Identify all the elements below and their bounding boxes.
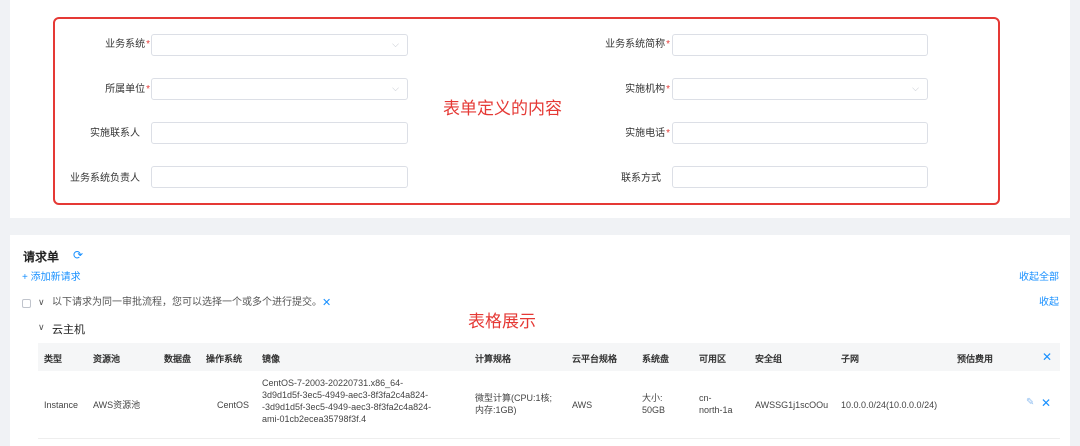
cell-image: CentOS-7-2003-20220731.x86_64- 3d9d1d5f-… xyxy=(262,378,432,424)
business-system-abbr-input[interactable] xyxy=(672,34,928,56)
business-system-label: 业务系统* xyxy=(105,39,150,50)
form-annotation: 表单定义的内容 xyxy=(443,99,562,118)
caret-down-icon[interactable]: ∨ xyxy=(38,322,45,333)
col-header: 数据盘 xyxy=(164,354,192,364)
cell-type: Instance xyxy=(44,400,79,410)
unit-select[interactable]: ⌵ xyxy=(151,78,408,100)
unit-label: 所属单位* xyxy=(105,84,150,95)
col-header: 子网 xyxy=(841,354,860,364)
close-icon[interactable]: ✕ xyxy=(322,296,331,309)
category-label: 云主机 xyxy=(52,324,85,336)
col-header: 镜像 xyxy=(262,354,281,364)
table-header: 类型 资源池 数据盘 操作系统 镜像 计算规格 云平台规格 系统盘 可用区 安全… xyxy=(38,343,1060,371)
cell-pool: AWS资源池 xyxy=(93,400,141,410)
cell-platform: AWS xyxy=(572,400,593,410)
group-checkbox[interactable] xyxy=(22,299,31,308)
refresh-icon[interactable]: ⟳ xyxy=(73,248,83,262)
chevron-down-icon: ⌵ xyxy=(912,83,919,93)
chevron-down-icon: ⌵ xyxy=(392,83,399,93)
request-title: 请求单 xyxy=(23,250,60,264)
col-header: 可用区 xyxy=(699,354,727,364)
group-note: 以下请求为同一审批流程，您可以选择一个或多个进行提交。 xyxy=(52,297,322,308)
owner-label: 业务系统负责人 xyxy=(70,173,140,184)
phone-label: 实施电话* xyxy=(625,128,670,139)
cell-sysdisk: 大小: 50GB xyxy=(642,393,666,415)
cell-sg: AWSSG1j1scOOu xyxy=(755,400,829,410)
close-icon[interactable]: ✕ xyxy=(1042,350,1052,364)
org-label: 实施机构* xyxy=(625,84,670,95)
delete-row-icon[interactable]: ✕ xyxy=(1041,396,1051,410)
cell-os: CentOS xyxy=(217,400,250,410)
caret-down-icon[interactable]: ∨ xyxy=(38,297,45,308)
col-header: 云平台规格 xyxy=(572,354,618,364)
collapse-link[interactable]: 收起 xyxy=(1039,297,1059,309)
collapse-all-link[interactable]: 收起全部 xyxy=(1019,272,1059,284)
col-header: 资源池 xyxy=(93,354,121,364)
edit-icon[interactable]: ✎ xyxy=(1026,397,1034,408)
col-header: 安全组 xyxy=(755,354,783,364)
contact-method-input[interactable] xyxy=(672,166,928,188)
phone-input[interactable] xyxy=(672,122,928,144)
business-system-abbr-label: 业务系统简称* xyxy=(605,39,670,50)
form-panel: 业务系统* ⌵ 业务系统简称* 所属单位* ⌵ 实施机构* ⌵ 实施联系人 实施… xyxy=(10,0,1070,218)
add-request-link[interactable]: + 添加新请求 xyxy=(22,272,81,284)
cell-zone: cn- north-1a xyxy=(699,393,733,415)
col-header: 类型 xyxy=(44,354,63,364)
cell-compute: 微型计算(CPU:1核; 内存:1GB) xyxy=(475,393,553,415)
cell-subnet: 10.0.0.0/24(10.0.0.0/24) xyxy=(841,400,938,410)
org-select[interactable]: ⌵ xyxy=(672,78,928,100)
table-annotation: 表格展示 xyxy=(468,312,536,331)
request-panel: 请求单 ⟳ + 添加新请求 收起全部 ∨ 以下请求为同一审批流程，您可以选择一个… xyxy=(10,235,1070,446)
row-divider xyxy=(38,438,1060,439)
contact-label: 实施联系人 xyxy=(90,128,140,139)
chevron-down-icon: ⌵ xyxy=(392,39,399,49)
col-header: 预估费用 xyxy=(957,354,994,364)
col-header: 系统盘 xyxy=(642,354,670,364)
owner-input[interactable] xyxy=(151,166,408,188)
col-header: 操作系统 xyxy=(206,354,243,364)
col-header: 计算规格 xyxy=(475,354,512,364)
contact-method-label: 联系方式 xyxy=(621,173,661,184)
business-system-select[interactable]: ⌵ xyxy=(151,34,408,56)
contact-input[interactable] xyxy=(151,122,408,144)
